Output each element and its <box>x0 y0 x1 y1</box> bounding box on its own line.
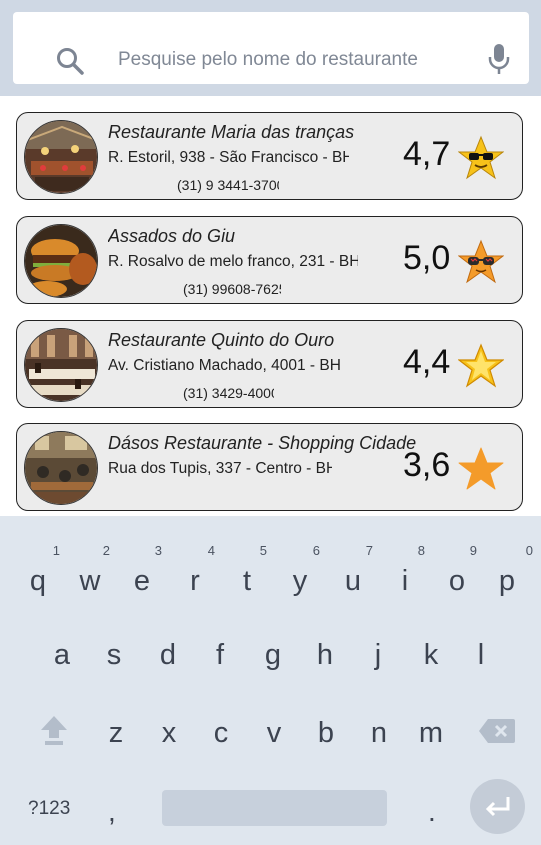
restaurant-list: Restaurante Maria das tranças R. Estoril… <box>0 96 541 516</box>
search-box[interactable] <box>13 12 529 84</box>
key-f[interactable]: f <box>200 630 240 680</box>
key-p[interactable]: p0 <box>487 544 533 606</box>
space-key[interactable] <box>162 790 387 826</box>
period-key[interactable]: . <box>428 796 436 828</box>
key-l[interactable]: l <box>461 630 501 680</box>
restaurant-phone: (31) 3429-4000 <box>183 385 274 401</box>
restaurant-name: Assados do Giu <box>108 226 236 246</box>
key-q[interactable]: q1 <box>18 544 60 606</box>
star-with-glasses-icon <box>458 239 504 284</box>
restaurant-phone: (31) 99608-7625 <box>183 281 281 297</box>
key-label: t <box>242 565 252 597</box>
key-z[interactable]: z <box>96 708 136 758</box>
search-input[interactable] <box>118 46 463 74</box>
restaurant-rating: 5,0 <box>403 239 451 277</box>
key-label: y <box>292 565 308 597</box>
restaurant-address: R. Estoril, 938 - São Francisco - BH <box>108 149 349 166</box>
symbols-key[interactable]: ?123 <box>28 798 70 820</box>
key-y[interactable]: y6 <box>280 544 320 606</box>
enter-key[interactable] <box>470 779 525 834</box>
key-hint: 9 <box>469 543 477 558</box>
restaurant-card[interactable]: Restaurante Maria das tranças R. Estoril… <box>16 112 523 200</box>
key-label: w <box>79 565 101 597</box>
restaurant-phone: (31) 9 3441-3700 <box>177 177 279 193</box>
key-m[interactable]: m <box>411 708 451 758</box>
restaurant-name: Dásos Restaurante - Shopping Cidade <box>108 433 417 453</box>
restaurant-photo <box>24 431 98 505</box>
restaurant-address: R. Rosalvo de melo franco, 231 - BH <box>108 253 358 270</box>
key-hint: 2 <box>102 543 110 558</box>
key-i[interactable]: i8 <box>385 544 425 606</box>
key-hint: 1 <box>52 543 60 558</box>
restaurant-rating: 4,4 <box>403 343 451 381</box>
key-label: i <box>401 565 409 597</box>
cool-star-sunglasses-icon <box>458 135 504 180</box>
backspace-icon[interactable] <box>478 718 516 744</box>
restaurant-name: Restaurante Quinto do Ouro <box>108 330 335 350</box>
key-hint: 0 <box>525 543 533 558</box>
key-c[interactable]: c <box>201 708 241 758</box>
key-label: p <box>498 565 516 597</box>
restaurant-card[interactable]: Assados do Giu R. Rosalvo de melo franco… <box>16 216 523 304</box>
restaurant-card[interactable]: Dásos Restaurante - Shopping Cidade Rua … <box>16 423 523 511</box>
restaurant-name: Restaurante Maria das tranças <box>108 122 355 142</box>
key-d[interactable]: d <box>148 630 188 680</box>
restaurant-photo <box>24 328 98 402</box>
key-label: e <box>133 565 151 597</box>
restaurant-address: Rua dos Tupis, 337 - Centro - BH <box>108 460 332 477</box>
orange-star-icon <box>458 447 504 490</box>
key-r[interactable]: r4 <box>175 544 215 606</box>
key-w[interactable]: w2 <box>70 544 110 606</box>
key-hint: 5 <box>259 543 267 558</box>
search-icon[interactable] <box>55 46 85 76</box>
key-label: q <box>29 565 47 597</box>
key-e[interactable]: e3 <box>122 544 162 606</box>
key-h[interactable]: h <box>305 630 345 680</box>
shift-arrow-icon[interactable] <box>40 714 68 746</box>
search-bar-container <box>0 0 541 96</box>
key-o[interactable]: o9 <box>437 544 477 606</box>
key-x[interactable]: x <box>149 708 189 758</box>
restaurant-rating: 4,7 <box>403 135 451 173</box>
key-u[interactable]: u7 <box>333 544 373 606</box>
key-label: o <box>448 565 466 597</box>
shiny-star-icon <box>458 343 504 388</box>
key-hint: 6 <box>312 543 320 558</box>
on-screen-keyboard: q1 w2 e3 r4 t5 y6 u7 i8 o9 p0 a s d f g … <box>0 516 541 845</box>
key-hint: 7 <box>365 543 373 558</box>
key-hint: 4 <box>207 543 215 558</box>
key-a[interactable]: a <box>42 630 82 680</box>
restaurant-photo <box>24 224 98 298</box>
restaurant-photo <box>24 120 98 194</box>
key-n[interactable]: n <box>359 708 399 758</box>
microphone-icon[interactable] <box>486 43 512 75</box>
key-t[interactable]: t5 <box>227 544 267 606</box>
key-label: r <box>190 565 200 597</box>
comma-key[interactable]: , <box>108 796 116 828</box>
key-g[interactable]: g <box>253 630 293 680</box>
restaurant-address: Av. Cristiano Machado, 4001 - BH <box>108 357 340 374</box>
key-label: u <box>344 565 362 597</box>
restaurant-rating: 3,6 <box>403 446 451 484</box>
restaurant-card[interactable]: Restaurante Quinto do Ouro Av. Cristiano… <box>16 320 523 408</box>
key-b[interactable]: b <box>306 708 346 758</box>
key-hint: 8 <box>417 543 425 558</box>
key-k[interactable]: k <box>411 630 451 680</box>
key-v[interactable]: v <box>254 708 294 758</box>
enter-return-icon <box>485 797 510 817</box>
key-s[interactable]: s <box>94 630 134 680</box>
key-hint: 3 <box>154 543 162 558</box>
key-j[interactable]: j <box>358 630 398 680</box>
